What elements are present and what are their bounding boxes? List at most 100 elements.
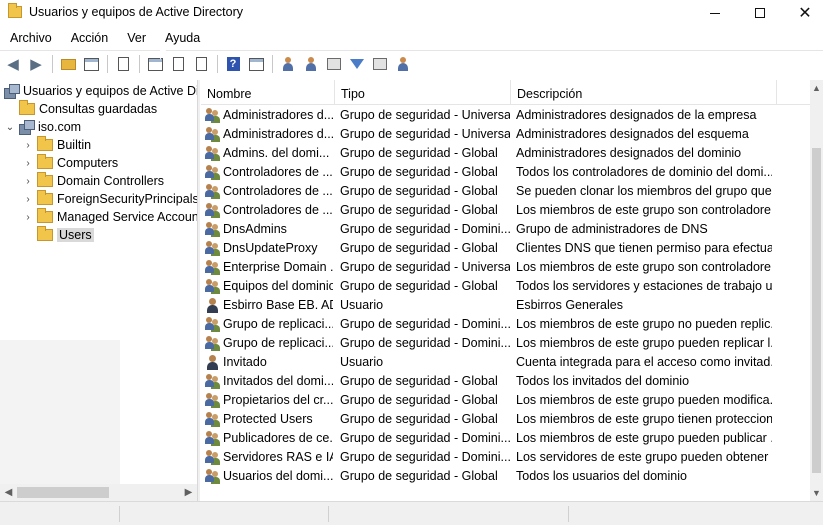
list-item[interactable]: Grupo de replicaci... Grupo de seguridad … — [201, 334, 810, 353]
pane-splitter[interactable] — [197, 80, 200, 501]
forward-button[interactable]: ▶ — [25, 53, 47, 75]
list-item-name: Equipos del dominio — [223, 279, 333, 293]
chevron-right-icon[interactable]: › — [22, 158, 34, 169]
tree-item-foreign-security-principals[interactable]: › ForeignSecurityPrincipals — [22, 190, 197, 208]
new-ou-button[interactable] — [323, 53, 345, 75]
tree-item-builtin[interactable]: › Builtin — [22, 136, 91, 154]
help-icon: ? — [226, 57, 240, 71]
list-item-description: Todos los controladores de dominio del d… — [516, 165, 772, 179]
add-to-group-button[interactable] — [392, 53, 414, 75]
new-ou-icon — [327, 58, 341, 70]
up-folder-button[interactable] — [57, 53, 79, 75]
list-item-name: Servidores RAS e IAS — [223, 450, 333, 464]
list-item[interactable]: Propietarios del cr... Grupo de seguridad… — [201, 391, 810, 410]
group-icon — [205, 260, 221, 275]
scroll-thumb[interactable] — [17, 487, 109, 498]
forward-icon: ▶ — [30, 55, 42, 73]
tree-item-users[interactable]: Users — [22, 226, 94, 244]
list-item-description: Los miembros de este grupo pueden public… — [516, 431, 772, 445]
menu-archivo[interactable]: Archivo — [0, 28, 61, 50]
list-item-name: Admins. del domi... — [223, 146, 330, 160]
chevron-down-icon[interactable]: ⌄ — [4, 122, 16, 133]
scroll-down-icon[interactable]: ▼ — [810, 485, 823, 501]
close-button[interactable]: ✕ — [782, 0, 823, 26]
menu-ver[interactable]: Ver — [117, 28, 155, 50]
list-item[interactable]: Equipos del dominio Grupo de seguridad - … — [201, 277, 810, 296]
list-item-name: Administradores d... — [223, 108, 333, 122]
list-item-description: Todos los servidores y estaciones de tra… — [516, 279, 772, 293]
tree-item-domain-controllers[interactable]: › Domain Controllers — [22, 172, 164, 190]
tree-horizontal-scrollbar[interactable]: ◀ ▶ — [0, 484, 197, 501]
scroll-up-icon[interactable]: ▲ — [810, 80, 823, 96]
list-item[interactable]: DnsUpdateProxy Grupo de seguridad - Globa… — [201, 239, 810, 258]
list-item-description: Cuenta integrada para el acceso como inv… — [516, 355, 772, 369]
list-item-name: Enterprise Domain ... — [223, 260, 333, 274]
minimize-button[interactable] — [692, 0, 738, 26]
new-group-button[interactable] — [300, 53, 322, 75]
folder-icon — [37, 172, 53, 187]
list-item[interactable]: Protected Users Grupo de seguridad - Glob… — [201, 410, 810, 429]
list-vertical-scrollbar[interactable]: ▲ ▼ — [810, 80, 823, 501]
list-item[interactable]: Esbirro Base EB. AD Usuario Esbirros Gener… — [201, 296, 810, 315]
tree-root-label: Usuarios y equipos de Active Directory — [23, 84, 197, 98]
list-item[interactable]: Grupo de replicaci... Grupo de seguridad … — [201, 315, 810, 334]
new-user-button[interactable] — [277, 53, 299, 75]
list-item[interactable]: Invitados del domi... Grupo de seguridad … — [201, 372, 810, 391]
chevron-right-icon[interactable]: › — [22, 194, 34, 205]
list-item-type: Grupo de seguridad - Global — [340, 146, 498, 160]
filter-icon — [350, 59, 364, 69]
find-button[interactable] — [369, 53, 391, 75]
back-button[interactable]: ◀ — [2, 53, 24, 75]
properties-icon — [248, 57, 264, 71]
list-item[interactable]: Servidores RAS e IAS Grupo de seguridad -… — [201, 448, 810, 467]
scroll-left-icon[interactable]: ◀ — [0, 484, 17, 501]
column-header-type[interactable]: Tipo — [335, 80, 511, 105]
tree-item-domain[interactable]: ⌄ iso.com — [4, 118, 81, 136]
list-item-name: Invitado — [223, 355, 267, 369]
properties-button[interactable] — [245, 53, 267, 75]
chevron-right-icon[interactable]: › — [22, 140, 34, 151]
list-item[interactable]: DnsAdmins Grupo de seguridad - Domini... G… — [201, 220, 810, 239]
scroll-right-icon[interactable]: ▶ — [180, 484, 197, 501]
list-item-type: Grupo de seguridad - Global — [340, 374, 498, 388]
chevron-right-icon[interactable]: › — [22, 212, 34, 223]
list-item[interactable]: Controladores de ... Grupo de seguridad -… — [201, 163, 810, 182]
list-item-type: Grupo de seguridad - Global — [340, 393, 498, 407]
maximize-button[interactable] — [737, 0, 783, 26]
tree-item-label: Builtin — [57, 138, 92, 152]
list-item-description: Se pueden clonar los miembros del grupo … — [516, 184, 772, 198]
clipboard-button[interactable] — [112, 53, 134, 75]
column-header-description[interactable]: Descripción — [511, 80, 777, 105]
filter-button[interactable] — [346, 53, 368, 75]
list-item-type: Grupo de seguridad - Global — [340, 241, 498, 255]
refresh-icon — [172, 57, 184, 71]
new-user-icon — [281, 57, 295, 71]
list-header: Nombre Tipo Descripción — [201, 80, 810, 105]
show-hide-tree-button[interactable] — [80, 53, 102, 75]
tree-root[interactable]: Usuarios y equipos de Active Directory — [4, 82, 197, 100]
help-button[interactable]: ? — [222, 53, 244, 75]
ad-console-icon — [4, 84, 20, 99]
list-item[interactable]: Administradores d... Grupo de seguridad -… — [201, 106, 810, 125]
list-item[interactable]: Controladores de ... Grupo de seguridad -… — [201, 182, 810, 201]
list-item[interactable]: Administradores d... Grupo de seguridad -… — [201, 125, 810, 144]
export-list-button[interactable] — [190, 53, 212, 75]
column-header-name[interactable]: Nombre — [201, 80, 335, 105]
list-item[interactable]: Invitado Usuario Cuenta integrada para el … — [201, 353, 810, 372]
tree-item-managed-service-accounts[interactable]: › Managed Service Accounts — [22, 208, 197, 226]
chevron-right-icon[interactable]: › — [22, 176, 34, 187]
tree-item-saved-queries[interactable]: Consultas guardadas — [4, 100, 157, 118]
list-item[interactable]: Usuarios del domi... Grupo de seguridad -… — [201, 467, 810, 486]
list-item[interactable]: Admins. del domi... Grupo de seguridad - … — [201, 144, 810, 163]
list-item-name: Grupo de replicaci... — [223, 336, 333, 350]
scroll-thumb[interactable] — [812, 148, 821, 473]
list-item[interactable]: Publicadores de ce... Grupo de seguridad … — [201, 429, 810, 448]
toolbar-separator — [139, 55, 140, 73]
group-icon — [205, 279, 221, 294]
tree-item-computers[interactable]: › Computers — [22, 154, 118, 172]
list-item[interactable]: Controladores de ... Grupo de seguridad -… — [201, 201, 810, 220]
list-item[interactable]: Enterprise Domain ... Grupo de seguridad … — [201, 258, 810, 277]
app-window: Usuarios y equipos de Active Directory ✕… — [0, 0, 823, 525]
status-bar — [0, 501, 823, 525]
menu-accion[interactable]: Acción — [61, 28, 118, 50]
